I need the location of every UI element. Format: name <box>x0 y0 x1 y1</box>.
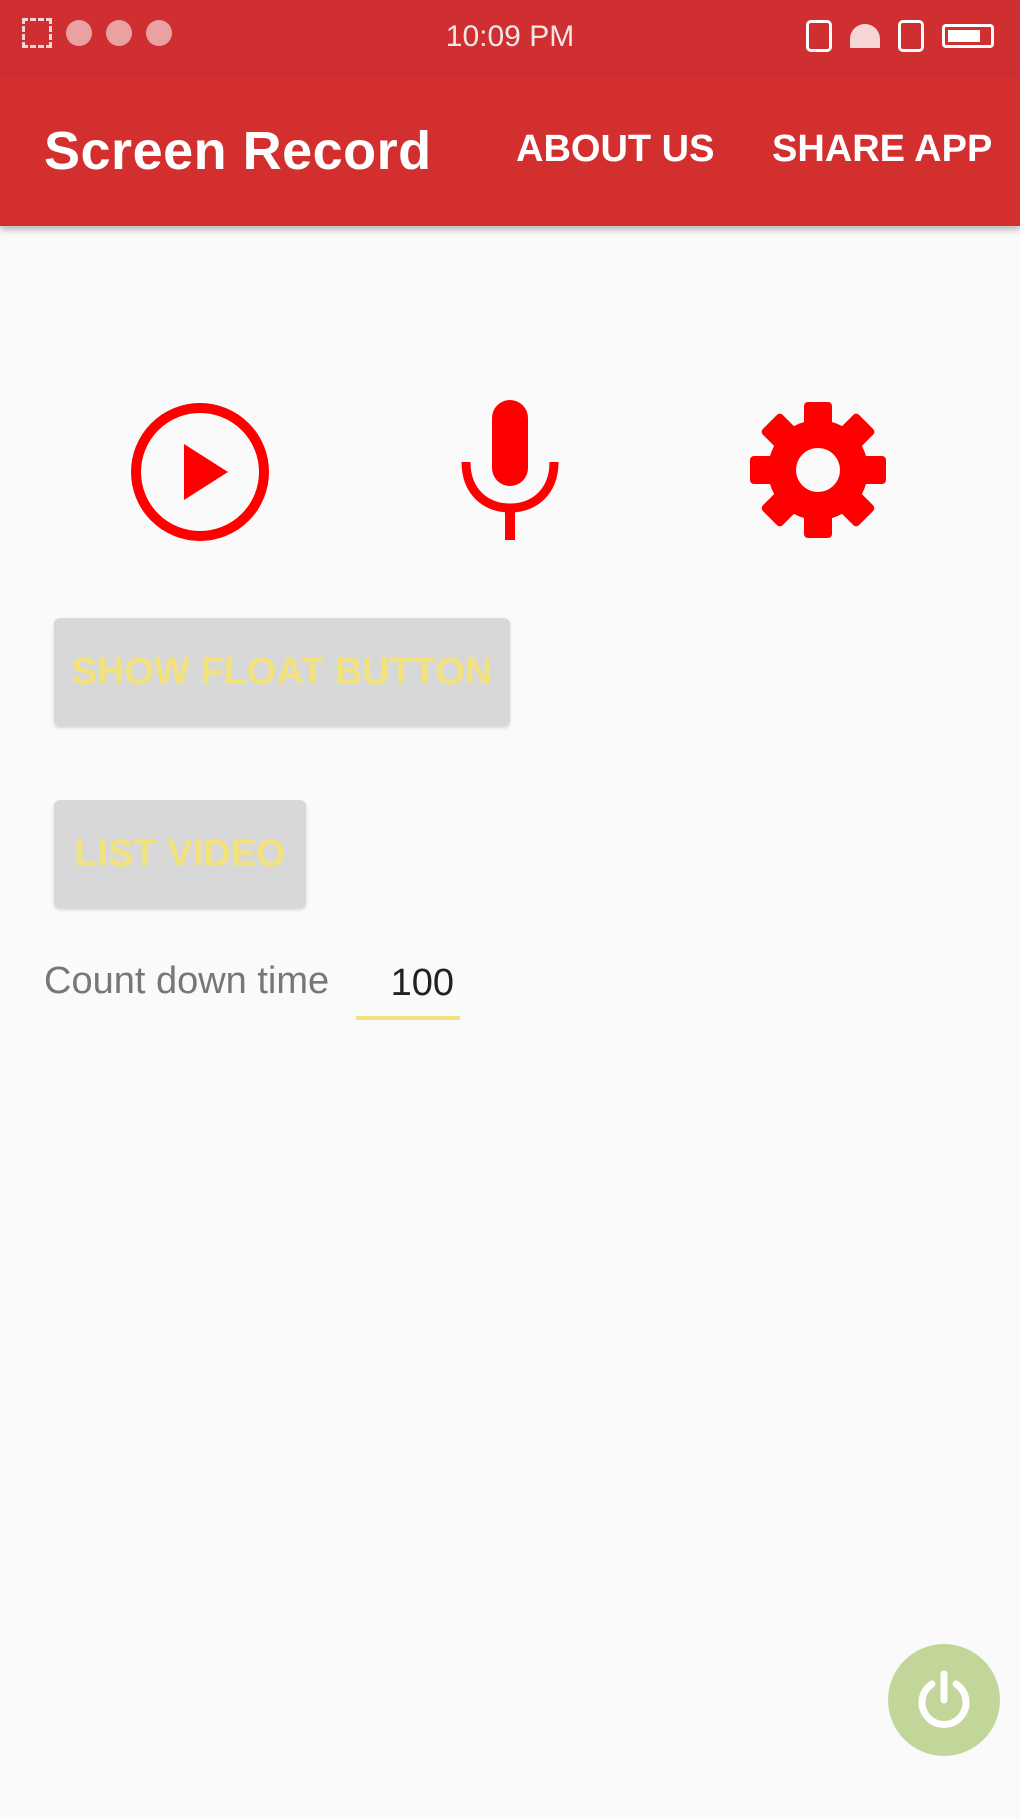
app-title: Screen Record <box>44 121 432 181</box>
app-bar: Screen Record ABOUT US SHARE APP <box>0 76 1020 226</box>
status-icons-right <box>806 20 994 52</box>
vibrate-icon <box>806 20 832 52</box>
status-bar: 10:09 PM <box>0 0 1020 76</box>
countdown-input[interactable] <box>356 950 460 1020</box>
wifi-icon <box>850 24 880 48</box>
countdown-label: Count down time <box>44 960 330 1002</box>
microphone-icon[interactable] <box>458 400 562 540</box>
play-circle-icon[interactable] <box>128 400 272 544</box>
about-us-button[interactable]: ABOUT US <box>516 128 714 171</box>
battery-icon <box>942 24 994 48</box>
share-app-button[interactable]: SHARE APP <box>772 128 992 171</box>
power-fab-button[interactable] <box>888 1644 1000 1756</box>
sim-icon <box>898 20 924 52</box>
list-video-button[interactable]: LIST VIDEO <box>54 800 306 908</box>
show-float-button[interactable]: SHOW FLOAT BUTTON <box>54 618 510 726</box>
power-icon <box>918 1670 970 1728</box>
gear-icon[interactable] <box>750 402 886 538</box>
